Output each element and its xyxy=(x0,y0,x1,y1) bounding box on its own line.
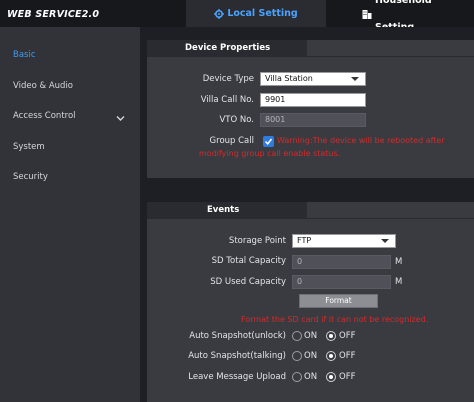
sd-total-capacity-unit: M xyxy=(395,257,403,267)
group-call-warning-line1: Warning:The device will be rebooted afte… xyxy=(277,136,445,145)
events-panel: Events Storage Point FTP SD Total Capaci… xyxy=(147,202,474,402)
vto-no-input: 8001 xyxy=(260,113,366,127)
auto-snapshot-unlock-on-label: ON xyxy=(304,331,318,341)
sidebar-item-system[interactable]: System xyxy=(0,137,140,157)
tab-household-setting[interactable]: Household Setting xyxy=(362,0,474,33)
dropdown-arrow-icon xyxy=(381,239,389,243)
auto-snapshot-unlock-off-radio[interactable] xyxy=(326,331,336,341)
auto-snapshot-talking-on-radio[interactable] xyxy=(292,351,302,361)
chevron-down-icon xyxy=(116,111,125,131)
panel-divider xyxy=(147,218,474,219)
auto-snapshot-talking-on-label: ON xyxy=(304,351,318,361)
storage-point-select[interactable]: FTP xyxy=(292,234,396,248)
checkmark-icon xyxy=(264,138,273,145)
auto-snapshot-talking-label: Auto Snapshot(talking) xyxy=(188,351,286,361)
group-call-label: Group Call xyxy=(209,136,254,146)
vto-no-label: VTO No. xyxy=(219,115,254,125)
leave-message-upload-label: Leave Message Upload xyxy=(188,372,286,382)
gear-icon xyxy=(214,8,225,19)
sd-used-capacity-label: SD Used Capacity xyxy=(210,277,286,287)
sidebar-item-security[interactable]: Security xyxy=(0,167,140,187)
sidebar-item-label: Access Control xyxy=(13,111,76,121)
leave-message-upload-on-radio[interactable] xyxy=(292,372,302,382)
sidebar-item-basic[interactable]: Basic xyxy=(0,45,140,65)
sidebar-item-video-audio[interactable]: Video & Audio xyxy=(0,76,140,96)
villa-call-input[interactable]: 9901 xyxy=(260,93,366,107)
sidebar-item-access-control[interactable]: Access Control xyxy=(0,106,140,126)
format-warning: Format the SD card if it can not be reco… xyxy=(241,315,429,324)
leave-message-upload-on-label: ON xyxy=(304,372,318,382)
building-icon xyxy=(362,9,372,19)
leave-message-upload-off-radio[interactable] xyxy=(326,372,336,382)
auto-snapshot-unlock-off-label: OFF xyxy=(339,331,356,341)
sd-total-capacity-label: SD Total Capacity xyxy=(211,256,286,266)
app-logo: WEB SERVICE2.0 xyxy=(7,9,100,20)
auto-snapshot-unlock-on-radio[interactable] xyxy=(292,331,302,341)
format-button[interactable]: Format xyxy=(299,294,378,308)
device-type-value: Villa Station xyxy=(265,74,313,83)
auto-snapshot-talking-off-radio[interactable] xyxy=(326,351,336,361)
device-properties-panel: Device Properties Device Type Villa Stat… xyxy=(147,40,474,178)
device-type-select[interactable]: Villa Station xyxy=(260,72,366,86)
sidebar: Basic Video & Audio Access Control Syste… xyxy=(0,27,140,402)
auto-snapshot-talking-off-label: OFF xyxy=(339,351,356,361)
leave-message-upload-off-label: OFF xyxy=(339,372,356,382)
auto-snapshot-unlock-label: Auto Snapshot(unlock) xyxy=(189,331,286,341)
villa-call-label: Villa Call No. xyxy=(200,95,254,105)
sd-used-capacity-unit: M xyxy=(395,277,403,287)
events-title: Events xyxy=(147,202,307,218)
device-properties-title: Device Properties xyxy=(147,40,307,56)
sd-used-capacity-input: 0 xyxy=(292,275,391,289)
device-type-label: Device Type xyxy=(202,74,254,84)
dropdown-arrow-icon xyxy=(351,77,359,81)
sd-total-capacity-input: 0 xyxy=(292,255,391,269)
panel-divider xyxy=(147,56,474,57)
tab-local-setting[interactable]: Local Setting xyxy=(186,0,326,27)
group-call-checkbox[interactable] xyxy=(263,136,274,147)
tab-local-setting-label: Local Setting xyxy=(227,8,298,19)
group-call-warning-line2: modifying group call enable status. xyxy=(199,149,341,158)
top-bar: WEB SERVICE2.0 Local Setting Household S… xyxy=(0,0,474,33)
storage-point-label: Storage Point xyxy=(228,236,286,246)
storage-point-value: FTP xyxy=(297,236,312,245)
